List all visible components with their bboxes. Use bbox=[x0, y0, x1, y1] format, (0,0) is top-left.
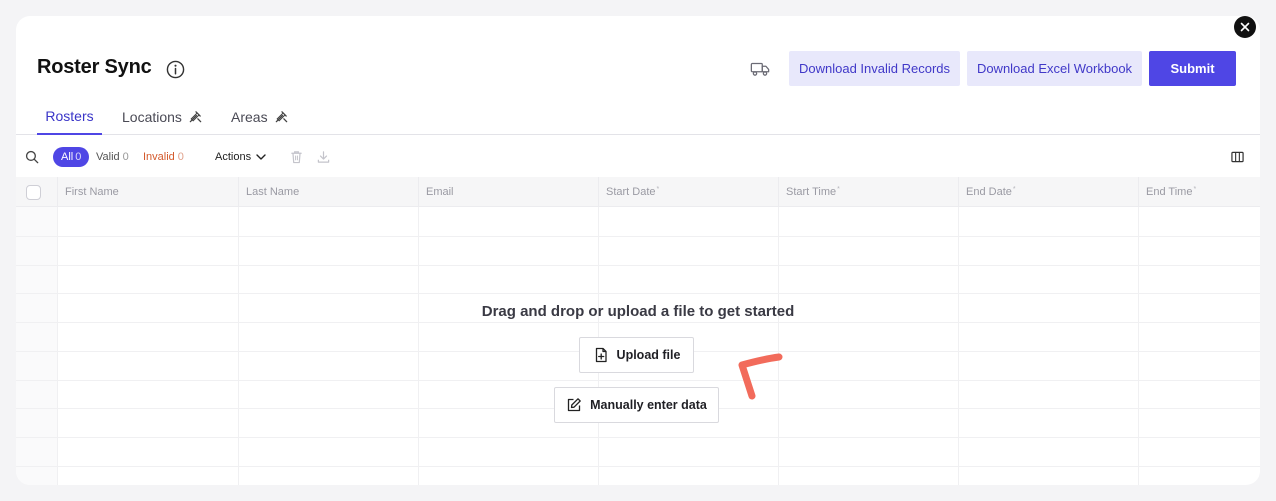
column-divider bbox=[1138, 207, 1139, 485]
file-plus-icon bbox=[595, 347, 607, 363]
required-marker: * bbox=[1193, 185, 1197, 193]
row-divider bbox=[16, 380, 1260, 381]
empty-state-message: Drag and drop or upload a file to get st… bbox=[481, 303, 795, 320]
filter-count: 0 bbox=[177, 151, 184, 163]
upload-file-button[interactable]: Upload file bbox=[579, 337, 694, 373]
row-divider bbox=[16, 466, 1260, 467]
row-divider bbox=[16, 265, 1260, 266]
tab-label: Rosters bbox=[45, 107, 94, 124]
required-marker: * bbox=[1012, 185, 1016, 193]
grid-header: First Name Last Name Email Start Date * S… bbox=[16, 177, 1260, 207]
close-button[interactable] bbox=[1234, 16, 1256, 38]
truck-icon[interactable] bbox=[750, 60, 770, 78]
download-invalid-records-button[interactable]: Download Invalid Records bbox=[789, 51, 960, 86]
column-header[interactable]: End Date * bbox=[958, 177, 1138, 207]
column-label: Email bbox=[426, 186, 454, 198]
tools-icon bbox=[275, 111, 287, 123]
data-grid: First Name Last Name Email Start Date * S… bbox=[16, 177, 1260, 485]
annotation-arrow-mark bbox=[738, 353, 783, 400]
columns-icon[interactable] bbox=[1231, 151, 1244, 163]
upload-file-label: Upload file bbox=[616, 348, 681, 362]
filter-count: 0 bbox=[75, 151, 82, 163]
row-divider bbox=[16, 437, 1260, 438]
column-header[interactable]: Email bbox=[418, 177, 598, 207]
filter-valid[interactable]: Valid 0 bbox=[96, 147, 129, 167]
actions-label: Actions bbox=[215, 151, 252, 163]
column-label: Last Name bbox=[246, 186, 300, 198]
filter-all[interactable]: All 0 bbox=[53, 147, 90, 167]
row-divider bbox=[16, 293, 1260, 294]
column-label: End Time bbox=[1146, 186, 1193, 198]
filter-label: Invalid bbox=[143, 151, 175, 163]
tab-bar: Rosters Locations Areas bbox=[16, 98, 1260, 135]
close-icon bbox=[1240, 22, 1250, 32]
column-divider bbox=[418, 207, 419, 485]
column-header[interactable]: Start Time * bbox=[778, 177, 958, 207]
submit-button[interactable]: Submit bbox=[1149, 51, 1236, 86]
column-header[interactable]: End Time * bbox=[1138, 177, 1260, 207]
download-excel-workbook-button[interactable]: Download Excel Workbook bbox=[967, 51, 1142, 86]
edit-icon bbox=[567, 398, 581, 412]
column-label: Start Time bbox=[786, 186, 837, 198]
column-label: Start Date bbox=[606, 186, 656, 198]
search-icon[interactable] bbox=[25, 150, 39, 164]
info-icon[interactable] bbox=[166, 60, 185, 79]
select-all-checkbox[interactable] bbox=[26, 185, 41, 200]
row-divider bbox=[16, 236, 1260, 237]
tab-rosters[interactable]: Rosters bbox=[37, 98, 102, 135]
filter-count: 0 bbox=[122, 151, 129, 163]
column-label: First Name bbox=[65, 186, 119, 198]
required-marker: * bbox=[837, 185, 840, 193]
column-header[interactable]: First Name bbox=[57, 177, 238, 207]
row-gutter bbox=[16, 207, 57, 485]
grid-toolbar: All 0 Valid 0 Invalid 0 Actions bbox=[16, 143, 1260, 173]
trash-icon[interactable] bbox=[290, 150, 303, 164]
column-label: End Date bbox=[966, 186, 1012, 198]
roster-sync-modal: Roster Sync Download Invalid Records Dow… bbox=[16, 16, 1260, 485]
tools-icon bbox=[189, 111, 202, 123]
tab-label: Locations bbox=[122, 108, 182, 125]
page-title: Roster Sync bbox=[37, 56, 152, 78]
download-icon[interactable] bbox=[317, 150, 330, 164]
required-marker: * bbox=[656, 185, 660, 193]
tab-locations[interactable]: Locations bbox=[122, 98, 203, 135]
column-divider bbox=[57, 207, 58, 485]
filter-label: All bbox=[61, 151, 74, 163]
filter-label: Valid bbox=[96, 151, 120, 163]
column-header[interactable]: Start Date * bbox=[598, 177, 778, 207]
column-header[interactable]: Last Name bbox=[238, 177, 418, 207]
tab-label: Areas bbox=[231, 108, 268, 125]
filter-invalid[interactable]: Invalid 0 bbox=[143, 147, 184, 167]
column-divider bbox=[238, 207, 239, 485]
column-divider bbox=[958, 207, 959, 485]
row-divider bbox=[16, 322, 1260, 323]
tab-areas[interactable]: Areas bbox=[231, 98, 289, 135]
manual-entry-label: Manually enter data bbox=[590, 398, 707, 412]
manually-enter-data-button[interactable]: Manually enter data bbox=[554, 387, 719, 423]
actions-dropdown[interactable]: Actions bbox=[215, 147, 267, 167]
chevron-down-icon bbox=[256, 154, 266, 160]
